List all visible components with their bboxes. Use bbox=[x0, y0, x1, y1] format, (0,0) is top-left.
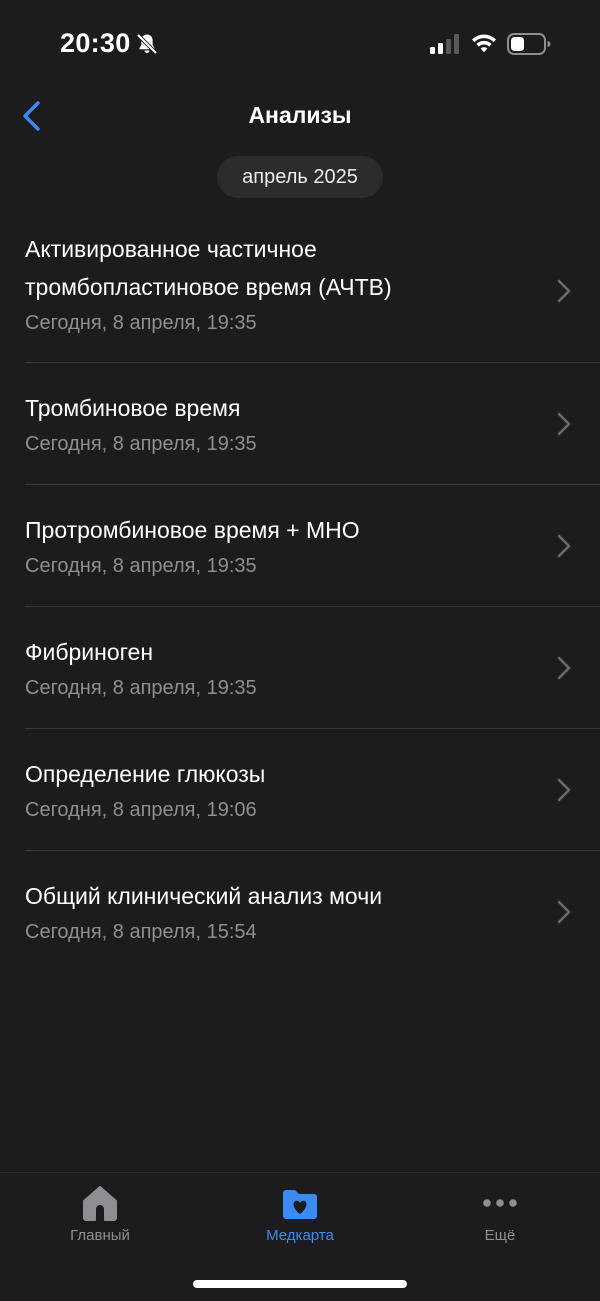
item-title: Фибриноген bbox=[25, 639, 154, 665]
item-title: Протромбиновое время + МНО bbox=[25, 517, 360, 543]
chevron-right-icon bbox=[557, 279, 571, 303]
chevron-right-icon bbox=[557, 900, 571, 923]
list-item[interactable]: Определение глюкозы Сегодня, 8 апреля, 1… bbox=[0, 729, 600, 850]
home-indicator[interactable] bbox=[193, 1280, 407, 1288]
list-item[interactable]: Протромбиновое время + МНО Сегодня, 8 ап… bbox=[0, 485, 600, 606]
tab-more[interactable]: Ещё bbox=[400, 1183, 600, 1253]
status-time: 20:30 bbox=[60, 28, 131, 58]
chevron-right-icon bbox=[557, 656, 571, 679]
item-date: Сегодня, 8 апреля, 19:35 bbox=[25, 312, 257, 334]
house-icon bbox=[83, 1186, 117, 1221]
tab-label: Медкарта bbox=[266, 1227, 334, 1244]
item-title: Определение глюкозы bbox=[25, 761, 266, 787]
bell-slash-icon bbox=[136, 33, 158, 55]
list-item[interactable]: Активированное частичное тромбопластинов… bbox=[0, 220, 600, 362]
chevron-right-icon bbox=[557, 412, 571, 435]
tab-label: Ещё bbox=[484, 1227, 516, 1244]
battery-icon bbox=[507, 33, 551, 55]
more-dots-icon bbox=[483, 1199, 517, 1207]
tab-home[interactable]: Главный bbox=[0, 1183, 200, 1253]
chevron-right-icon bbox=[557, 534, 571, 557]
list-item[interactable]: Фибриноген Сегодня, 8 апреля, 19:35 bbox=[0, 607, 600, 728]
item-date: Сегодня, 8 апреля, 15:54 bbox=[25, 921, 257, 943]
item-date: Сегодня, 8 апреля, 19:06 bbox=[25, 799, 257, 821]
folder-heart-icon bbox=[283, 1190, 317, 1219]
list-item[interactable]: Тромбиновое время Сегодня, 8 апреля, 19:… bbox=[0, 363, 600, 484]
chevron-right-icon bbox=[557, 778, 571, 801]
item-date: Сегодня, 8 апреля, 19:35 bbox=[25, 677, 257, 699]
page-title: Анализы bbox=[248, 102, 352, 128]
item-date: Сегодня, 8 апреля, 19:35 bbox=[25, 555, 257, 577]
cellular-signal-icon bbox=[430, 34, 459, 54]
item-title: Тромбиновое время bbox=[25, 395, 241, 421]
navigation-bar: Анализы bbox=[0, 88, 600, 144]
tab-medcard[interactable]: Медкарта bbox=[200, 1183, 400, 1253]
item-date: Сегодня, 8 апреля, 19:35 bbox=[25, 433, 257, 455]
item-title: Активированное частичное тромбопластинов… bbox=[25, 236, 392, 300]
tab-label: Главный bbox=[70, 1227, 130, 1244]
list-item[interactable]: Общий клинический анализ мочи Сегодня, 8… bbox=[0, 851, 600, 972]
analyses-list: Активированное частичное тромбопластинов… bbox=[0, 220, 600, 972]
status-bar: 20:30 bbox=[0, 0, 600, 88]
item-title: Общий клинический анализ мочи bbox=[25, 883, 383, 909]
wifi-icon bbox=[472, 34, 496, 53]
month-section-header: апрель 2025 bbox=[217, 156, 383, 198]
